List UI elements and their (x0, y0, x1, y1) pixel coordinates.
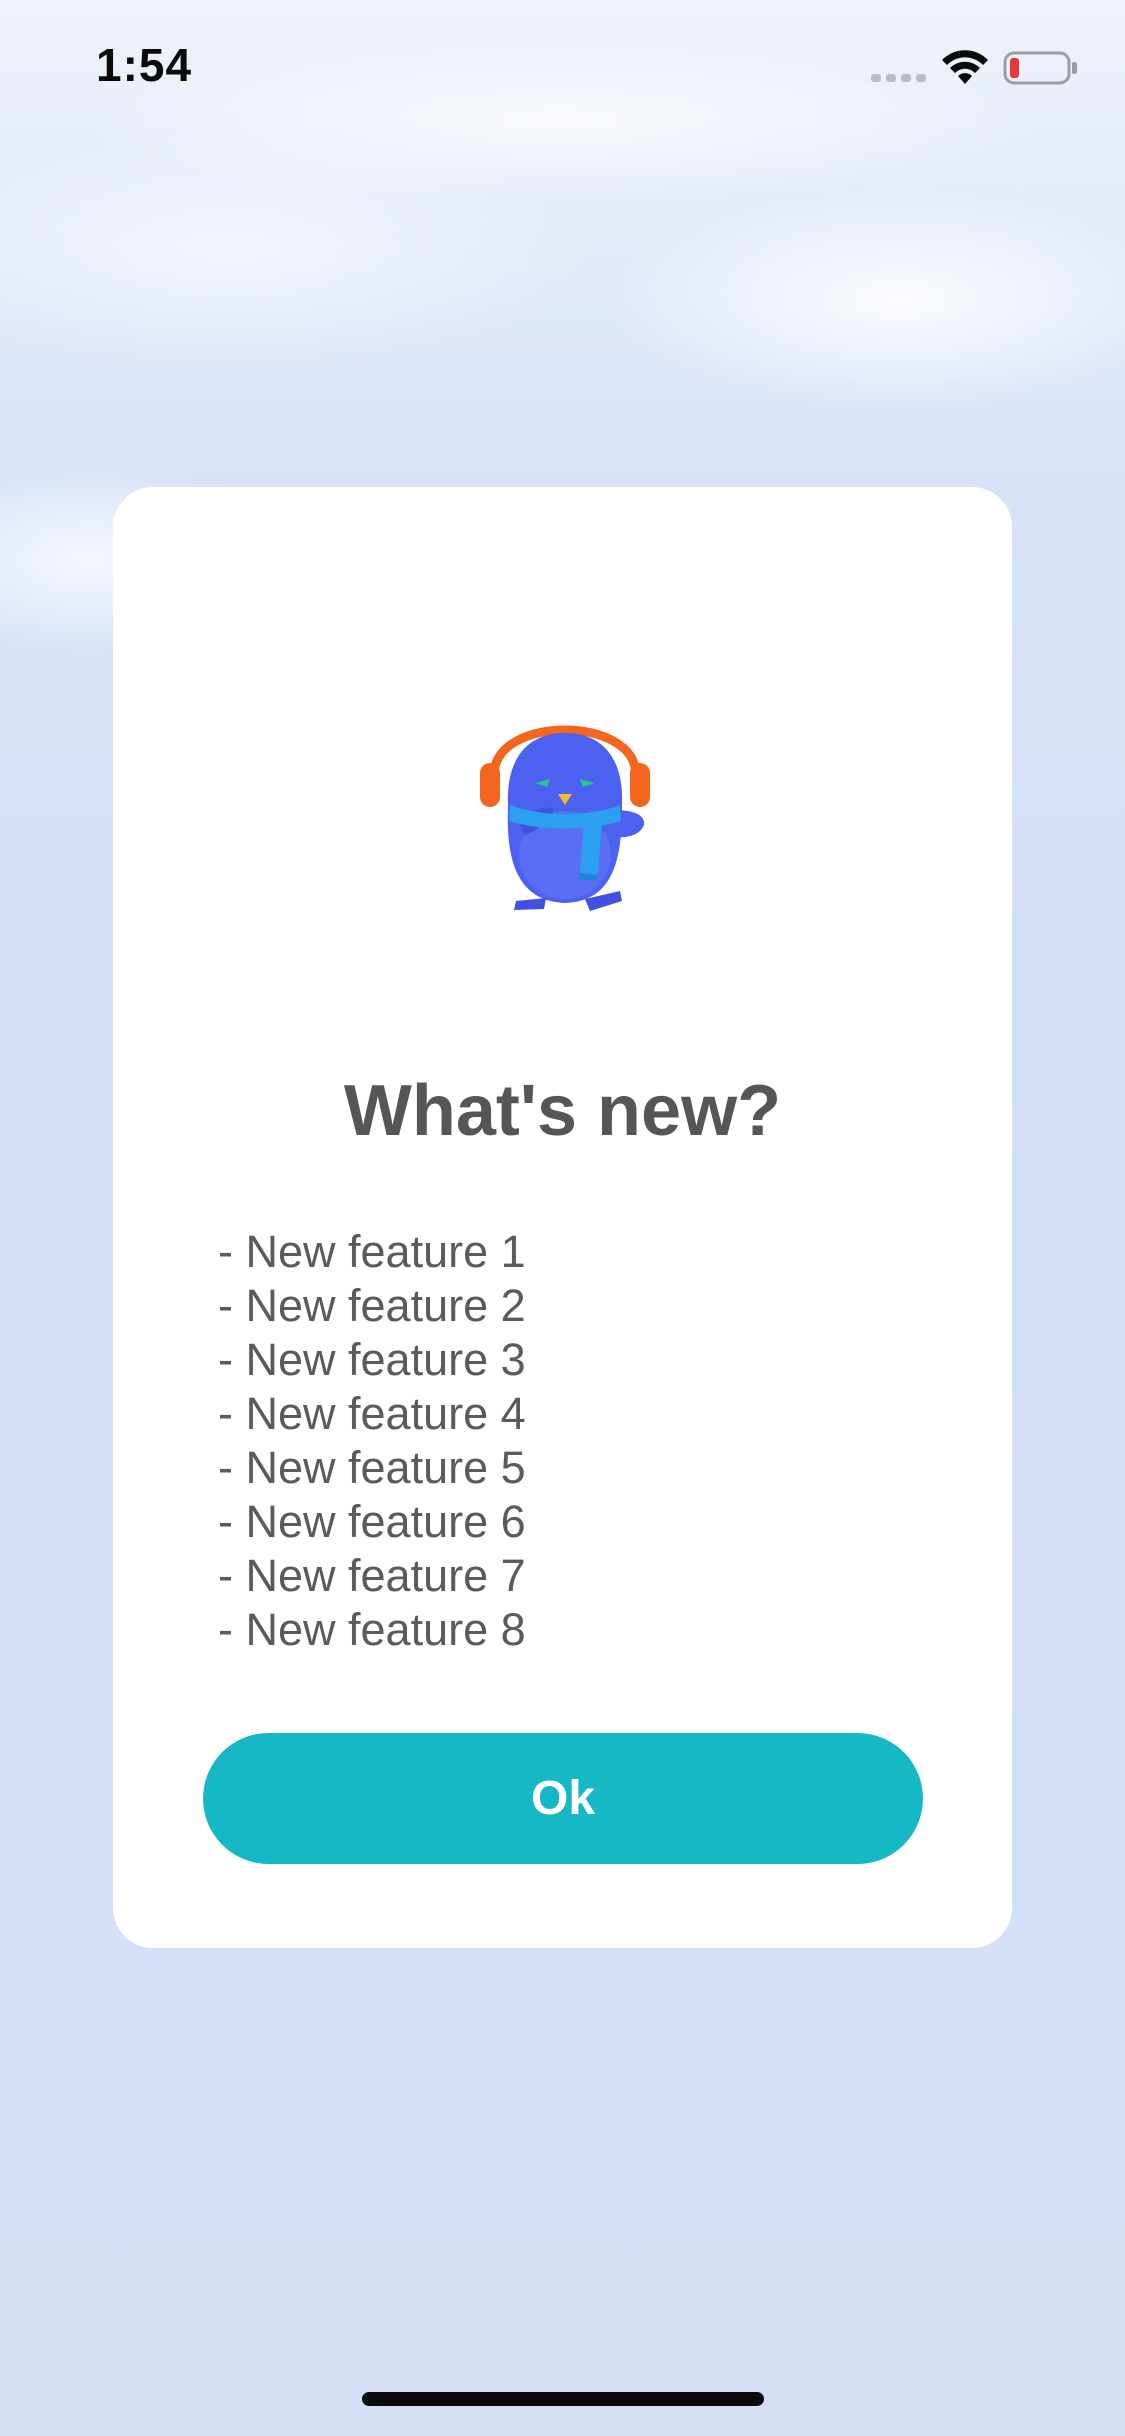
list-item: - New feature 5 (218, 1442, 526, 1493)
battery-low-icon (1003, 51, 1077, 85)
list-item: - New feature 6 (218, 1496, 526, 1547)
penguin-with-headphones-icon (480, 725, 650, 911)
list-item: - New feature 1 (218, 1226, 526, 1277)
wifi-icon (942, 50, 988, 84)
list-item: - New feature 4 (218, 1388, 526, 1439)
cellular-signal-icon (871, 74, 926, 82)
dialog-title: What's new? (343, 1071, 782, 1151)
feature-list: - New feature 1 - New feature 2 - New fe… (218, 1225, 526, 1657)
status-icons (871, 48, 1081, 92)
ok-button[interactable]: Ok (203, 1733, 923, 1864)
list-item: - New feature 2 (218, 1280, 526, 1331)
list-item: - New feature 3 (218, 1334, 526, 1385)
list-item: - New feature 7 (218, 1550, 526, 1601)
list-item: - New feature 8 (218, 1604, 526, 1655)
status-time: 1:54 (96, 39, 193, 91)
home-indicator[interactable] (362, 2392, 764, 2406)
